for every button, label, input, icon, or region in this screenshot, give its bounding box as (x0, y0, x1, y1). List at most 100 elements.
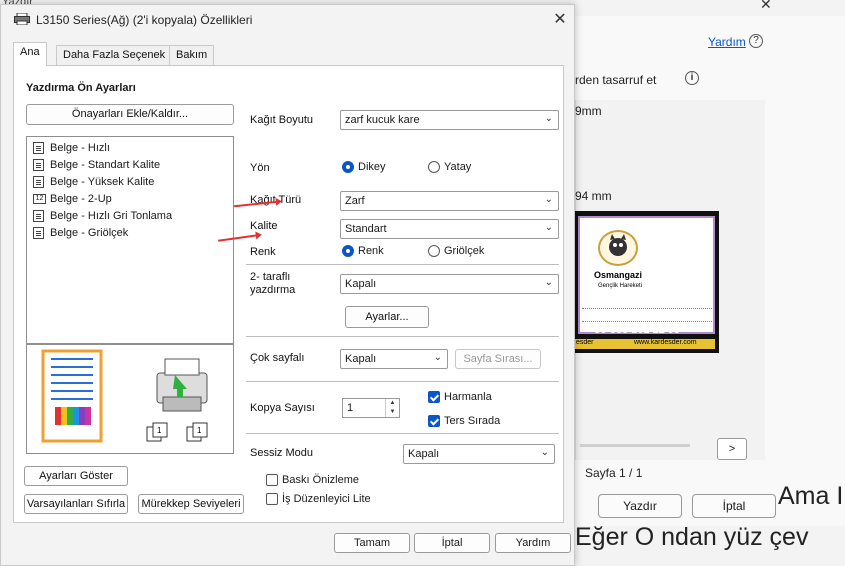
next-page-button[interactable]: > (717, 438, 747, 460)
quiet-mode-value: Kapalı (408, 448, 440, 460)
ink-saving-label: rden tasarruf et (575, 73, 657, 87)
radio-unselected-icon (428, 245, 440, 257)
list-item[interactable]: Belge - Yüksek Kalite (33, 174, 154, 190)
radio-label: Yatay (444, 161, 472, 173)
orientation-landscape-radio[interactable]: Yatay (428, 161, 471, 173)
parent-close-icon[interactable]: ✕ (760, 0, 772, 13)
paper-size-value: zarf kucuk kare (345, 114, 420, 126)
duplex-settings-button[interactable]: Ayarlar... (345, 306, 429, 328)
list-item[interactable]: Belge - Griölçek (33, 225, 128, 241)
print-settings-illustration: 1 1 (41, 349, 208, 443)
duplex-label-line1: 2- taraflı (250, 271, 291, 283)
color-label: Renk (250, 246, 276, 258)
preview-footer-url: www.kardesder.com (634, 339, 697, 346)
tab-more-options[interactable]: Daha Fazla Seçenek (56, 45, 173, 65)
print-preview-checkbox[interactable]: Baskı Önizleme (266, 474, 359, 486)
list-item[interactable]: Belge - Standart Kalite (33, 157, 160, 173)
paper-size-select[interactable]: zarf kucuk kare ⌄ (340, 110, 559, 130)
page-order-button[interactable]: Sayfa Sırası... (455, 349, 541, 369)
checkbox-label: Baskı Önizleme (282, 474, 360, 486)
divider (246, 264, 559, 265)
reset-defaults-button[interactable]: Varsayılanları Sıfırla (24, 494, 128, 514)
chevron-down-icon: ⌄ (544, 222, 553, 233)
radio-label: Renk (358, 245, 384, 257)
checkbox-label: Ters Sırada (444, 415, 501, 427)
checkbox-unchecked-icon (266, 474, 278, 486)
page-indicator: Sayfa 1 / 1 (585, 466, 643, 480)
spin-down-icon[interactable]: ▼ (386, 408, 399, 417)
chevron-down-icon: ⌄ (540, 447, 549, 458)
spinner-arrows[interactable]: ▲ ▼ (385, 399, 399, 417)
job-arranger-checkbox[interactable]: İş Düzenleyici Lite (266, 493, 371, 505)
chevron-down-icon: ⌄ (544, 194, 553, 205)
list-item[interactable]: Belge - Hızlı Gri Tonlama (33, 208, 172, 224)
parent-help-link[interactable]: Yardım (708, 35, 746, 49)
orientation-portrait-radio[interactable]: Dikey (342, 161, 386, 173)
preset-label: Belge - Standart Kalite (50, 159, 161, 171)
quiet-mode-label: Sessiz Modu (250, 447, 313, 459)
cancel-button[interactable]: İptal (414, 533, 490, 553)
collate-checkbox[interactable]: Harmanla (428, 391, 492, 403)
quality-select[interactable]: Standart ⌄ (340, 219, 559, 239)
ok-button[interactable]: Tamam (334, 533, 410, 553)
chevron-down-icon: ⌄ (433, 352, 442, 363)
radio-selected-icon (342, 161, 354, 173)
help-button[interactable]: Yardım (495, 533, 571, 553)
list-item[interactable]: Belge - Hızlı (33, 140, 110, 156)
radio-unselected-icon (428, 161, 440, 173)
add-remove-presets-button[interactable]: Önayarları Ekle/Kaldır... (26, 104, 234, 125)
spin-up-icon[interactable]: ▲ (386, 399, 399, 408)
svg-text:1: 1 (157, 426, 162, 435)
duplex-select[interactable]: Kapalı ⌄ (340, 274, 559, 294)
radio-selected-icon (342, 245, 354, 257)
document-icon (33, 159, 44, 171)
multi-page-label: Çok sayfalı (250, 352, 305, 364)
close-icon[interactable]: ✕ (549, 9, 571, 31)
show-settings-button[interactable]: Ayarları Göster (24, 466, 128, 486)
preview-footer-left: esder (576, 339, 594, 346)
paper-type-select[interactable]: Zarf ⌄ (340, 191, 559, 211)
divider (246, 336, 559, 337)
help-circle-icon[interactable]: ? (749, 34, 763, 48)
presets-list[interactable]: Belge - Hızlı Belge - Standart Kalite Be… (26, 136, 234, 344)
info-icon[interactable]: i (685, 71, 699, 85)
print-button[interactable]: Yazdır (598, 494, 682, 518)
printer-icon (14, 13, 30, 25)
presets-heading: Yazdırma Ön Ayarları (26, 82, 136, 94)
divider (246, 381, 559, 382)
preview-page: Osmangazi Gençlik Hareketi (578, 216, 715, 334)
divider (246, 433, 559, 434)
reverse-order-checkbox[interactable]: Ters Sırada (428, 415, 500, 427)
quiet-mode-select[interactable]: Kapalı ⌄ (403, 444, 555, 464)
parent-cancel-button[interactable]: İptal (692, 494, 776, 518)
ink-levels-button[interactable]: Mürekkep Seviyeleri (138, 494, 244, 514)
preset-label: Belge - Yüksek Kalite (50, 176, 155, 188)
list-item[interactable]: 12 Belge - 2-Up (33, 191, 112, 207)
color-radio[interactable]: Renk (342, 245, 384, 257)
checkbox-unchecked-icon (266, 493, 278, 505)
logo-image (598, 230, 638, 266)
copies-label: Kopya Sayısı (250, 402, 315, 414)
tab-maintenance[interactable]: Bakım (169, 45, 215, 65)
main-tab-panel: Yazdırma Ön Ayarları Önayarları Ekle/Kal… (13, 65, 564, 523)
copies-spinner[interactable]: 1 ▲ ▼ (342, 398, 400, 418)
radio-label: Dikey (358, 161, 386, 173)
grayscale-radio[interactable]: Griölçek (428, 245, 484, 257)
copies-value: 1 (347, 402, 354, 414)
document-text-fragment-2: Eğer O ndan yüz çev (575, 523, 809, 551)
duplex-label-line2: yazdırma (250, 284, 296, 296)
preview-phone: +90 533 162 12 99 (588, 324, 681, 336)
multi-page-value: Kapalı (345, 353, 377, 365)
tab-ana[interactable]: Ana (13, 42, 47, 66)
preview-scrollbar[interactable] (580, 444, 690, 447)
checkbox-checked-icon (428, 415, 440, 427)
preview-body-lines (582, 308, 712, 322)
multi-page-select[interactable]: Kapalı ⌄ (340, 349, 448, 369)
document-icon (33, 227, 44, 239)
checkbox-checked-icon (428, 391, 440, 403)
two-up-icon: 12 (33, 194, 46, 204)
cat-logo-icon (609, 234, 627, 256)
quality-label: Kalite (250, 220, 278, 232)
printer-properties-dialog: L3150 Series(Ağ) (2'i kopyala) Özellikle… (0, 4, 575, 566)
duplex-value: Kapalı (345, 278, 377, 290)
